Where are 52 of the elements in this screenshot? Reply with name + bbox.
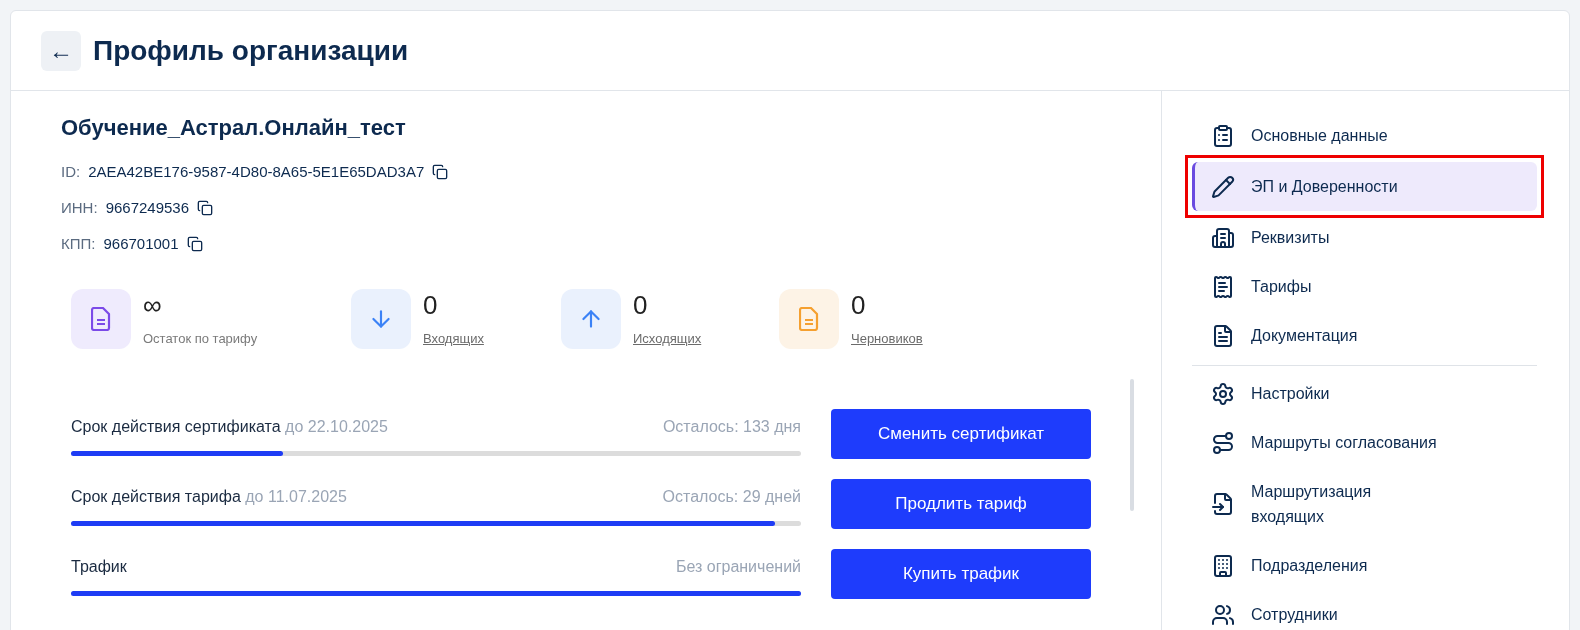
- users-icon: [1211, 602, 1235, 627]
- sidebar-item[interactable]: Документация: [1192, 311, 1537, 360]
- stat-value: 0: [633, 289, 649, 321]
- copy-icon[interactable]: [186, 236, 203, 252]
- stat-link[interactable]: Входящих: [423, 329, 484, 349]
- document-icon: [1211, 323, 1235, 348]
- copy-icon[interactable]: [432, 164, 449, 180]
- field-value: 9667249536: [105, 197, 190, 218]
- limit-remaining: Без ограничений: [675, 556, 801, 577]
- action-button[interactable]: Продлить тариф: [831, 479, 1091, 529]
- stat-value: ∞: [143, 289, 163, 321]
- file-import-icon: [1211, 492, 1235, 516]
- receipt-icon: [1211, 274, 1235, 299]
- field-label: ИНН:: [61, 197, 98, 218]
- stat-link[interactable]: Исходящих: [633, 329, 702, 349]
- field-label: КПП:: [61, 233, 96, 254]
- limit-remaining: Осталось: 29 дней: [662, 486, 801, 507]
- field-value: 2AEA42BE176-9587-4D80-8A65-5E1E65DAD3A7: [88, 161, 425, 182]
- clipboard-icon: [1211, 123, 1235, 148]
- stat-label: Остаток по тарифу: [143, 330, 258, 348]
- sidebar-item[interactable]: Подразделения: [1192, 541, 1537, 590]
- stat-value: 0: [851, 289, 867, 321]
- action-button[interactable]: Сменить сертификат: [831, 409, 1091, 459]
- sidebar-item[interactable]: Настройки: [1192, 369, 1537, 418]
- sidebar-item[interactable]: Тарифы: [1192, 262, 1537, 311]
- stat-value: 0: [423, 289, 439, 321]
- back-button[interactable]: ←: [41, 30, 81, 71]
- limit-label: Трафик: [71, 556, 127, 577]
- route-icon: [1211, 430, 1235, 455]
- sidebar-item[interactable]: Сотрудники: [1192, 590, 1537, 630]
- office-building-icon: [1211, 553, 1235, 578]
- settings-icon: [1211, 381, 1235, 406]
- field-value: 966701001: [103, 233, 179, 254]
- document-icon: [91, 307, 111, 331]
- page-title: Профиль организации: [93, 33, 409, 68]
- scrollbar[interactable]: [1130, 379, 1134, 511]
- field-label: ID:: [61, 161, 81, 182]
- sidebar-item[interactable]: Реквизиты: [1192, 213, 1537, 262]
- sidebar-item[interactable]: Основные данные: [1192, 111, 1537, 160]
- limit-label: Срок действия тарифа до 11.07.2025: [71, 486, 347, 507]
- limit-label: Срок действия сертификата до 22.10.2025: [71, 416, 388, 437]
- organization-name: Обучение_Астрал.Онлайн_тест: [61, 114, 407, 142]
- pencil-icon: [1211, 174, 1235, 199]
- action-button[interactable]: Купить трафик: [831, 549, 1091, 599]
- sidebar-item[interactable]: Маршруты согласования: [1192, 418, 1537, 467]
- copy-icon[interactable]: [197, 200, 214, 216]
- sidebar-item[interactable]: ЭП и Доверенности: [1192, 162, 1537, 211]
- limit-remaining: Осталось: 133 дня: [662, 416, 801, 437]
- document-icon: [799, 307, 819, 331]
- building-icon: [1211, 225, 1235, 250]
- stat-link[interactable]: Черновиков: [851, 329, 923, 349]
- sidebar-item[interactable]: Маршрутизация входящих: [1192, 467, 1537, 541]
